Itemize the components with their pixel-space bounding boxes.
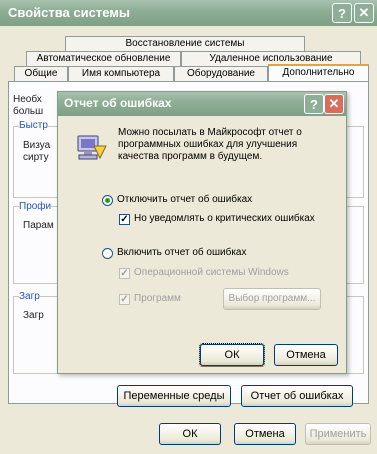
bg-text-5: Парам [23,220,54,231]
help-button[interactable]: ? [332,3,352,23]
title-bar[interactable]: Свойства системы ? ✕ [0,0,377,26]
tab-hardware[interactable]: Оборудование [174,66,268,81]
tab-computer-name[interactable]: Имя компьютера [68,66,174,81]
window-title: Свойства системы [8,5,130,20]
error-reporting-dialog: Отчет об ошибках ? ✕ Можно посылать в Ма… [57,91,347,374]
environment-variables-button[interactable]: Переменные среды [117,385,231,407]
enable-reporting-radio[interactable] [102,248,113,259]
bg-text-2: больш [13,106,44,117]
tab-advanced[interactable]: Дополнительно [268,64,369,82]
info-text-line-1: Можно посылать в Майкрософт отчет о [118,127,302,138]
enable-reporting-label[interactable]: Включить отчет об ошибках [117,247,246,258]
info-text-line-3: качества программ в будущем. [118,151,263,162]
error-reporting-button[interactable]: Отчет об ошибках [241,385,353,407]
dialog-close-button[interactable]: ✕ [324,94,344,114]
programs-checkbox[interactable]: ✓ [119,294,130,305]
info-text: Можно посылать в Майкрософт отчет о прог… [118,127,302,163]
disable-reporting-radio[interactable] [102,195,113,206]
close-button[interactable]: ✕ [354,3,374,23]
notify-critical-label[interactable]: Но уведомлять о критических ошибках [134,213,315,224]
bg-text-6: Загр [23,310,44,321]
apply-button[interactable]: Применить [305,423,371,445]
programs-label: Программ [134,293,181,304]
cancel-button[interactable]: Отмена [234,423,296,445]
profiles-group-label: Профи [19,201,52,212]
performance-group-label: Быстр [19,120,48,131]
bg-text-3: Визуа [23,140,51,151]
info-text-line-2: программных ошибках для улучшения [118,139,298,150]
bg-text-4: сирту [23,152,49,163]
ok-button[interactable]: ОК [159,423,221,445]
tab-general[interactable]: Общие [14,66,68,81]
bg-text-1: Необх [13,94,42,105]
notify-critical-checkbox[interactable]: ✓ [119,214,130,225]
dialog-cancel-button[interactable]: Отмена [274,344,338,366]
tab-system-restore[interactable]: Восстановление системы [65,36,305,51]
dialog-title-bar[interactable]: Отчет об ошибках ? ✕ [58,92,346,116]
computer-warning-icon [76,132,108,162]
tab-automatic-updates[interactable]: Автоматическое обновление [26,51,181,66]
startup-group-label: Загр [19,291,40,302]
dialog-title: Отчет об ошибках [64,96,172,110]
os-errors-checkbox[interactable]: ✓ [119,268,130,279]
dialog-ok-button[interactable]: ОК [199,343,265,367]
choose-programs-button[interactable]: Выбор программ... [223,288,321,310]
os-errors-label: Операционной системы Windows [134,267,289,278]
dialog-help-button[interactable]: ? [304,94,324,114]
disable-reporting-label[interactable]: Отключить отчет об ошибках [117,194,252,205]
